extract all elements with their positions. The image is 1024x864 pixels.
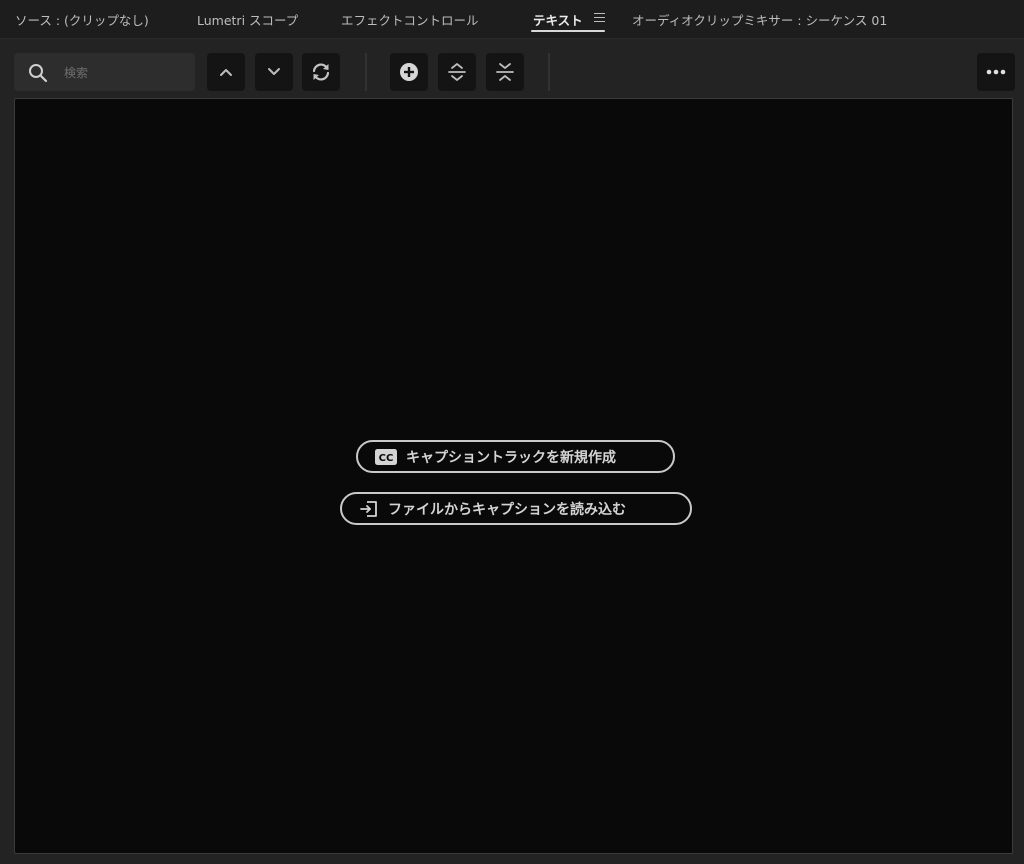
search-input[interactable] (62, 62, 191, 84)
create-caption-track-label: キャプショントラックを新規作成 (406, 449, 616, 466)
chevron-down-icon (268, 68, 280, 75)
tab-source[interactable]: ソース : (クリップなし) (15, 10, 149, 29)
toolbar-divider (365, 53, 367, 91)
search-field[interactable] (14, 53, 195, 91)
add-caption-button[interactable] (390, 53, 428, 91)
closed-captions-icon: CC (375, 448, 397, 465)
svg-text:CC: CC (379, 453, 394, 464)
tab-effect-controls[interactable]: エフェクトコントロール (341, 10, 479, 29)
import-captions-label: ファイルからキャプションを読み込む (388, 501, 626, 518)
tab-menu-icon[interactable] (594, 13, 605, 23)
search-icon (29, 64, 48, 83)
captions-panel: CC キャプショントラックを新規作成 ファイルからキャプションを読み込む (14, 98, 1013, 854)
split-caption-button[interactable] (438, 53, 476, 91)
toolbar-divider (548, 53, 550, 91)
replace-button[interactable] (302, 53, 340, 91)
add-circle-icon (400, 63, 418, 81)
tab-text[interactable]: テキスト (533, 10, 583, 29)
previous-button[interactable] (207, 53, 245, 91)
more-icon (986, 69, 1006, 75)
active-tab-indicator (531, 30, 605, 32)
merge-caption-button[interactable] (486, 53, 524, 91)
next-button[interactable] (255, 53, 293, 91)
chevron-up-icon (220, 69, 232, 76)
import-file-icon (359, 500, 379, 518)
split-icon (448, 63, 466, 81)
import-captions-button[interactable]: ファイルからキャプションを読み込む (340, 492, 692, 525)
tab-lumetri-scopes[interactable]: Lumetri スコープ (197, 10, 298, 29)
tab-audio-clip-mixer[interactable]: オーディオクリップミキサー : シーケンス 01 (632, 10, 887, 29)
more-options-button[interactable] (977, 53, 1015, 91)
refresh-icon (312, 63, 330, 81)
panel-tab-bar: ソース : (クリップなし) Lumetri スコープ エフェクトコントロール … (0, 0, 1024, 39)
create-caption-track-button[interactable]: CC キャプショントラックを新規作成 (356, 440, 675, 473)
merge-icon (496, 63, 514, 81)
